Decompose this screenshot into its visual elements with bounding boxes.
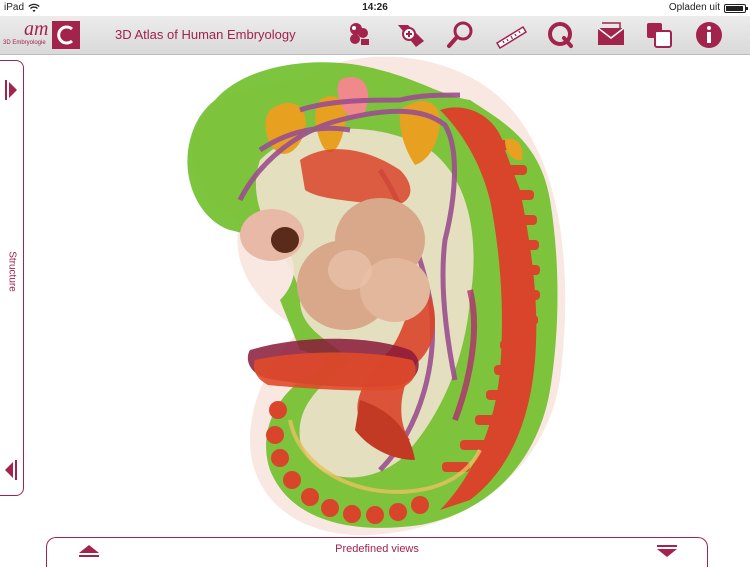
status-time: 14:26	[362, 2, 388, 13]
mail-icon	[597, 22, 625, 45]
expand-down-icon[interactable]	[655, 544, 679, 558]
structures-button[interactable]	[343, 19, 377, 51]
logo-text: am	[24, 18, 49, 40]
battery-label: Opladen uit	[668, 2, 720, 13]
limb-bud	[247, 338, 419, 391]
ruler-button[interactable]	[494, 19, 528, 51]
quiz-icon	[548, 22, 573, 48]
app-title: 3D Atlas of Human Embryology	[115, 27, 296, 42]
search-icon	[447, 21, 473, 48]
layers-icon	[647, 23, 672, 48]
toolbar: am 3D Embryologie 3D Atlas of Human Embr…	[0, 16, 750, 55]
status-right: Opladen uit	[668, 0, 748, 16]
predefined-views-label: Predefined views	[335, 543, 419, 555]
info-icon	[696, 22, 722, 48]
mail-button[interactable]	[594, 19, 628, 51]
battery-icon	[724, 3, 748, 13]
add-label-button[interactable]	[394, 19, 428, 51]
collapse-left-icon[interactable]	[4, 459, 18, 481]
add-label-icon	[398, 25, 424, 47]
ruler-icon	[495, 25, 528, 50]
expand-right-icon[interactable]	[4, 79, 18, 101]
structure-panel[interactable]: Structure	[0, 60, 24, 496]
logo-subtext: 3D Embryologie	[3, 40, 46, 46]
status-bar: iPad 14:26 Opladen uit	[0, 0, 750, 16]
model-viewport[interactable]	[0, 55, 750, 563]
eye	[240, 209, 304, 261]
logo-mark-icon	[52, 21, 80, 49]
info-button[interactable]	[692, 19, 726, 51]
app-logo: am 3D Embryologie	[2, 18, 80, 51]
quiz-button[interactable]	[544, 19, 578, 51]
structures-icon	[350, 23, 369, 45]
embryo-model[interactable]	[0, 55, 750, 563]
search-button[interactable]	[444, 19, 478, 51]
layers-button[interactable]	[643, 19, 677, 51]
structure-panel-label: Structure	[6, 251, 18, 292]
